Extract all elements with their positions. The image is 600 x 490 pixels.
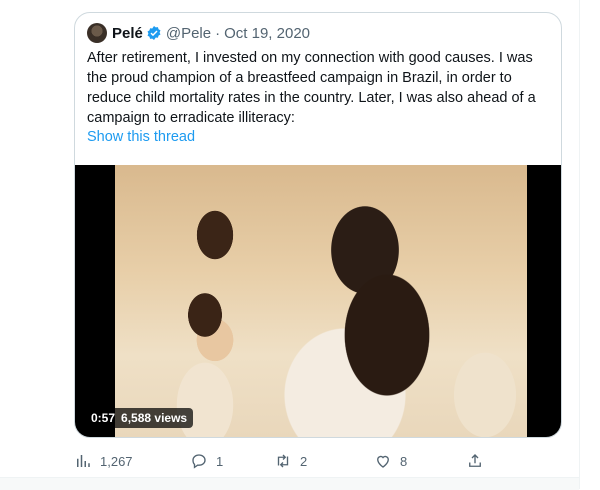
tweet-text-line: campaign to erradicate illiteracy: (87, 110, 295, 126)
share-button[interactable] (466, 452, 484, 470)
retweet-button[interactable]: 2 (274, 452, 307, 470)
like-icon (374, 452, 392, 470)
verified-icon (146, 25, 162, 41)
video-thumbnail (115, 165, 527, 437)
next-tweet-divider (0, 477, 579, 490)
retweet-icon (274, 452, 292, 470)
tweet-actions-bar: 1,267 1 2 8 (70, 452, 490, 472)
views-button[interactable]: 1,267 (74, 452, 133, 470)
quoted-tweet-card[interactable]: Pelé @Pele · Oct 19, 2020 After retireme… (74, 12, 562, 438)
reply-button[interactable]: 1 (190, 452, 223, 470)
tweet-text-line: After retirement, I invested on my conne… (87, 50, 533, 66)
video-info-badge: 0:57 6,588 views (85, 408, 194, 428)
views-count: 1,267 (100, 453, 133, 469)
tweet-text-line: the proud champion of a breastfeed campa… (87, 70, 512, 86)
like-button[interactable]: 8 (374, 452, 407, 470)
separator: · (215, 24, 221, 42)
reply-icon (190, 452, 208, 470)
author-name[interactable]: Pelé (112, 25, 143, 42)
video-duration: 0:57 (91, 411, 116, 425)
video-views: 6,588 views (121, 411, 188, 425)
tweet-text: After retirement, I invested on my conne… (87, 48, 551, 128)
tweet-date[interactable]: Oct 19, 2020 (224, 25, 310, 42)
like-count: 8 (400, 453, 408, 469)
author-handle[interactable]: @Pele (166, 25, 211, 42)
analytics-icon (74, 452, 92, 470)
video-player[interactable]: 0:57 6,588 views (75, 165, 561, 437)
avatar[interactable] (87, 23, 107, 43)
share-icon (466, 452, 484, 470)
show-thread-link[interactable]: Show this thread (87, 129, 195, 145)
quoted-tweet-header: Pelé @Pele · Oct 19, 2020 (87, 22, 310, 44)
reply-count: 1 (216, 453, 224, 469)
retweet-count: 2 (300, 453, 308, 469)
column-divider (579, 0, 580, 489)
tweet-text-line: reduce child mortality rates in the coun… (87, 90, 536, 106)
